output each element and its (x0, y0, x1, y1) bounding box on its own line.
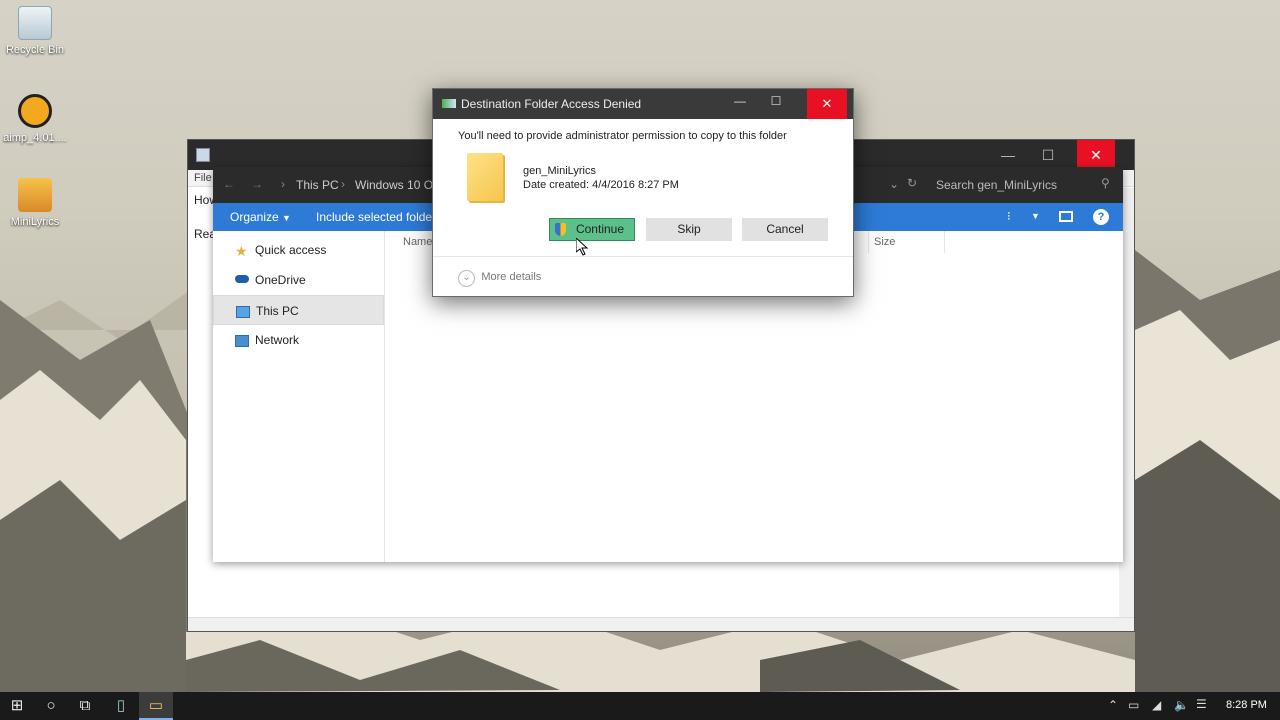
column-divider (868, 231, 869, 253)
skip-button[interactable]: Skip (646, 218, 732, 241)
search-input[interactable]: Search gen_MiniLyrics (936, 178, 1057, 192)
dialog-message: You'll need to provide administrator per… (458, 130, 787, 142)
forward-arrow-icon[interactable]: → (251, 177, 263, 191)
clock-time[interactable]: 8:28 PM (1226, 699, 1267, 711)
dialog-divider (433, 256, 853, 257)
caret-down-icon: ▼ (282, 213, 291, 223)
system-tray-chevron-icon[interactable]: ⌃ (1108, 698, 1118, 712)
action-center-icon[interactable]: ☰ (1196, 697, 1207, 711)
minilyrics-icon (18, 178, 52, 212)
taskbar: ⊞ ○ ⧉ ▯ ▭ ⌃ ▭ ◢ 🔈 ☰ 8:28 PM (0, 692, 1280, 720)
more-details-toggle[interactable]: ⌄ More details (458, 269, 541, 287)
taskbar-app-file-explorer-icon[interactable]: ▭ (139, 692, 173, 720)
column-header-size[interactable]: Size (874, 236, 895, 248)
chevron-down-icon[interactable]: ⌄ (889, 177, 899, 191)
organize-label: Organize (230, 210, 279, 224)
maximize-button[interactable]: ☐ (1028, 140, 1068, 170)
minimize-button[interactable]: — (725, 94, 755, 108)
desktop-icon-recycle-bin[interactable]: Recycle Bin (0, 6, 75, 56)
uac-shield-icon (555, 223, 566, 236)
back-arrow-icon[interactable]: ← (223, 177, 235, 191)
battery-icon[interactable]: ▭ (1128, 698, 1139, 712)
bottom-scrollbar[interactable] (188, 617, 1134, 631)
view-options-icon[interactable]: ⁝ (1007, 209, 1011, 223)
nav-item-label: Network (255, 333, 300, 347)
column-divider (944, 231, 945, 253)
desktop-icon-label: MiniLyrics (10, 216, 60, 228)
nav-item-this-pc[interactable]: This PC (213, 295, 384, 325)
refresh-icon[interactable]: ↻ (907, 176, 917, 190)
start-windows-icon[interactable]: ⊞ (0, 692, 34, 720)
desktop-icon-minilyrics[interactable]: MiniLyrics (0, 178, 75, 228)
navigation-pane: ★ Quick access OneDrive This PC Network (213, 231, 385, 562)
maximize-button[interactable]: ☐ (761, 94, 791, 108)
nav-item-label: This PC (256, 304, 299, 318)
desktop-icon-label: aimp_4.01.... (3, 132, 67, 144)
cortana-circle-icon[interactable]: ○ (34, 692, 68, 720)
search-icon[interactable]: ⚲ (1101, 176, 1110, 190)
network-status-icon[interactable]: ◢ (1152, 698, 1161, 712)
nav-item-onedrive[interactable]: OneDrive (213, 265, 384, 295)
desktop-icon-label: Recycle Bin (5, 44, 65, 56)
copy-icon (442, 99, 456, 108)
date-created: Date created: 4/4/2016 8:27 PM (523, 179, 679, 191)
chevron-down-icon: ⌄ (458, 270, 475, 287)
continue-label: Continue (575, 222, 625, 236)
nav-item-network[interactable]: Network (213, 325, 384, 355)
chevron-right-icon: › (341, 177, 345, 191)
star-icon: ★ (235, 243, 248, 259)
help-icon[interactable]: ? (1093, 209, 1109, 225)
cloud-icon (235, 275, 249, 283)
breadcrumb-this-pc[interactable]: This PC (296, 178, 339, 192)
nav-item-label: OneDrive (255, 273, 306, 287)
access-denied-dialog: Destination Folder Access Denied — ☐ ✕ Y… (432, 88, 854, 297)
aimp-icon (18, 94, 52, 128)
volume-icon[interactable]: 🔈 (1174, 698, 1189, 712)
mouse-cursor (576, 238, 588, 256)
column-header-name[interactable]: Name (403, 236, 432, 248)
recycle-bin-icon (18, 6, 52, 40)
cancel-button[interactable]: Cancel (742, 218, 828, 241)
caret-down-icon[interactable]: ▼ (1031, 211, 1040, 221)
breadcrumb-windows[interactable]: Windows 10 OS (355, 178, 441, 192)
dialog-title-bar: Destination Folder Access Denied — ☐ ✕ (433, 89, 853, 119)
organize-button[interactable]: Organize ▼ (230, 210, 291, 224)
nav-item-label: Quick access (255, 243, 327, 257)
close-button[interactable]: ✕ (1077, 140, 1115, 170)
task-view-icon[interactable]: ⧉ (68, 692, 102, 720)
chevron-right-icon: › (281, 177, 285, 191)
taskbar-app-document-icon[interactable]: ▯ (104, 692, 138, 720)
folder-icon (196, 148, 210, 162)
close-button[interactable]: ✕ (807, 89, 847, 119)
minimize-button[interactable]: — (988, 140, 1028, 170)
continue-button[interactable]: Continue (549, 218, 635, 241)
include-folder-button[interactable]: Include selected folder (316, 210, 436, 224)
folder-icon (467, 153, 503, 201)
nav-item-quick-access[interactable]: ★ Quick access (213, 235, 384, 265)
network-icon (235, 335, 249, 347)
dialog-title: Destination Folder Access Denied (461, 97, 642, 111)
computer-icon (236, 306, 250, 318)
more-details-label: More details (481, 271, 542, 283)
folder-name: gen_MiniLyrics (523, 165, 596, 177)
preview-pane-icon[interactable] (1059, 211, 1073, 222)
desktop-icon-aimp[interactable]: aimp_4.01.... (0, 94, 75, 144)
